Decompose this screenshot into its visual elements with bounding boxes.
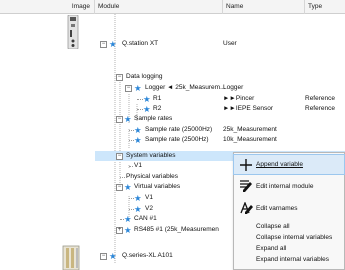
name-cell: ►►IEPE Sensor: [223, 105, 274, 112]
tree-label: Q.series-XL A101: [122, 252, 173, 259]
expand-collapse-icon[interactable]: −: [100, 253, 107, 260]
tree-label: R2: [153, 105, 162, 112]
name-cell: Logger: [223, 84, 244, 91]
blue-star-icon: ★: [134, 125, 142, 135]
collapse-all-item[interactable]: Collapse all: [256, 222, 345, 232]
expand-collapse-icon[interactable]: +: [116, 227, 123, 234]
plus-icon: [240, 155, 252, 179]
blue-star-icon: ★: [134, 135, 142, 145]
column-image[interactable]: Image: [0, 0, 95, 14]
tree-label: Sample rates: [134, 115, 173, 122]
blue-star-icon: ★: [124, 214, 132, 224]
column-module[interactable]: Module: [95, 0, 223, 14]
blue-star-icon: ★: [134, 204, 142, 214]
tree-label: Sample rate (2500Hz): [145, 136, 209, 143]
tree-row-data-logging[interactable]: − Data logging: [95, 72, 345, 82]
expand-collapse-icon[interactable]: −: [116, 116, 123, 123]
tree-label: R1: [153, 95, 162, 102]
tree-label: CAN #1: [134, 215, 157, 222]
tree-label: V1: [145, 194, 153, 201]
edit-list-icon: [240, 177, 254, 201]
expand-collapse-icon[interactable]: −: [125, 85, 132, 92]
type-cell: Reference: [305, 105, 335, 112]
blue-star-icon: ★: [134, 193, 142, 203]
blue-star-icon: ★: [134, 83, 142, 93]
name-cell: 10k_Measurement: [223, 136, 277, 143]
type-cell: Reference: [305, 95, 335, 102]
qstation-device-icon: [67, 15, 79, 49]
append-variable-item[interactable]: Append variable: [233, 154, 345, 175]
tree-row-r1[interactable]: ★ R1 ►►Pincer Reference: [95, 94, 345, 104]
tree-label: System variables: [126, 152, 176, 159]
qseries-device-icon: [62, 245, 80, 270]
tree-row-sample-rates[interactable]: − ★ Sample rates: [95, 114, 345, 124]
column-name[interactable]: Name: [223, 0, 305, 14]
expand-collapse-icon[interactable]: −: [116, 153, 123, 160]
tree-row-r2[interactable]: ★ R2 ►►IEPE Sensor Reference: [95, 104, 345, 114]
tree-label: Q.station XT: [122, 40, 159, 47]
tree-label: Virtual variables: [134, 183, 181, 190]
blue-star-icon: ★: [124, 114, 132, 124]
tree-row-sample-rate-2[interactable]: ★ Sample rate (2500Hz) 10k_Measurement: [95, 135, 345, 145]
expand-collapse-icon[interactable]: −: [116, 184, 123, 191]
expand-collapse-icon[interactable]: −: [100, 41, 107, 48]
tree-row-logger[interactable]: − ★ Logger ◄ 25k_Measurem... Logger: [95, 83, 345, 93]
name-cell: 25k_Measurement: [223, 126, 277, 133]
context-menu: Append variable Edit internal module Edi…: [233, 152, 345, 270]
expand-internal-variables-item[interactable]: Expand internal variables: [256, 255, 345, 265]
name-cell: User: [223, 40, 237, 47]
blue-star-icon: ★: [124, 182, 132, 192]
column-type[interactable]: Type: [305, 0, 345, 14]
blue-star-icon: ★: [109, 39, 117, 49]
tree-label: RS485 #1 (25k_Measuremen: [134, 226, 219, 233]
expand-all-item[interactable]: Expand all: [256, 244, 345, 254]
edit-internal-module-item[interactable]: Edit internal module: [234, 177, 344, 196]
tree-label: V1: [134, 162, 142, 169]
collapse-internal-variables-item[interactable]: Collapse internal variables: [256, 233, 345, 243]
tree-label: Physical variables: [126, 173, 179, 180]
tree-label: Sample rate (25000Hz): [145, 126, 213, 133]
blue-star-icon: ★: [109, 251, 117, 261]
edit-varnames-item[interactable]: Edit varnames: [234, 199, 344, 218]
tree-row-qstation[interactable]: − ★ Q.station XT User: [95, 39, 345, 49]
expand-collapse-icon[interactable]: −: [116, 74, 123, 81]
blue-star-icon: ★: [124, 225, 132, 235]
edit-names-icon: [240, 199, 254, 223]
blue-star-icon: ★: [143, 94, 151, 104]
tree-label: V2: [145, 205, 153, 212]
blue-star-icon: ★: [143, 104, 151, 114]
tree-label: Logger ◄ 25k_Measurem...: [145, 84, 226, 91]
column-header: Image Module Name Type: [0, 0, 345, 14]
tree-row-sample-rate-1[interactable]: ★ Sample rate (25000Hz) 25k_Measurement: [95, 125, 345, 135]
image-column: [0, 14, 95, 270]
name-cell: ►►Pincer: [223, 95, 255, 102]
tree-label: Data logging: [126, 73, 163, 80]
